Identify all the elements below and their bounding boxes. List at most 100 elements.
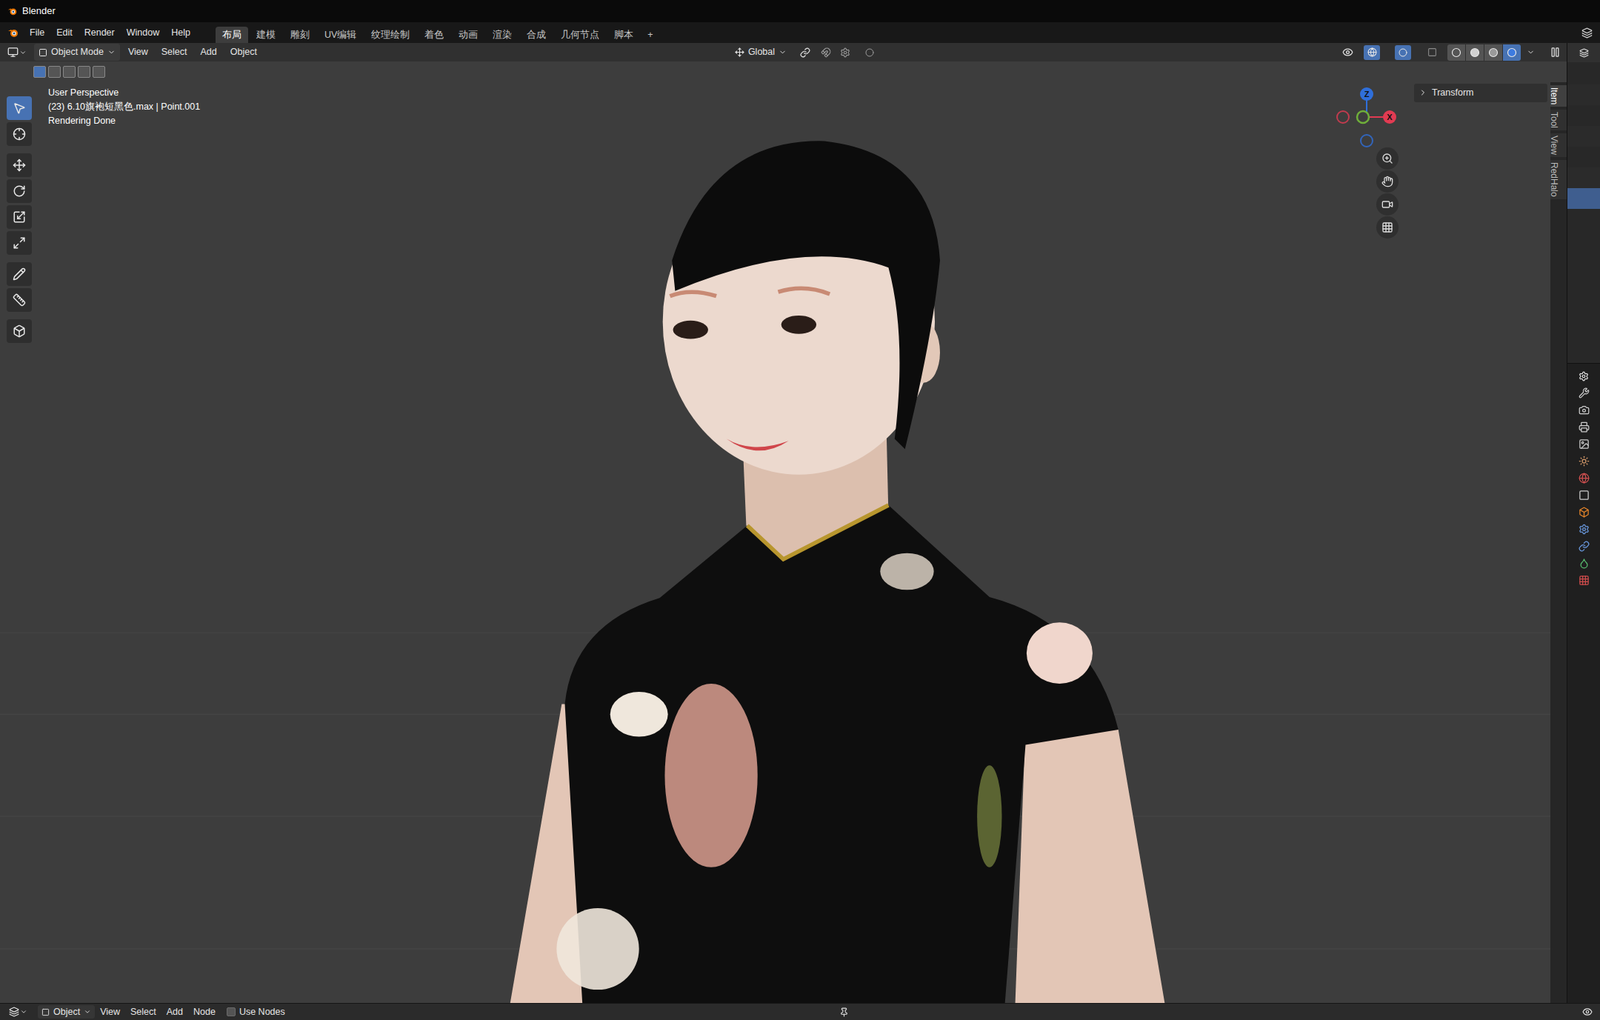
measure-tool-button[interactable] [6,288,32,312]
app-menu[interactable] [7,26,24,39]
viewport-editor: Object ModeViewSelectAddObjectGlobalItem… [0,42,1567,1003]
viewport-menu-item[interactable]: View [122,45,154,60]
move-tool-button[interactable] [6,153,32,178]
cursor-tool-button[interactable] [6,122,32,146]
properties-tab-icon[interactable] [1578,557,1590,569]
properties-tab-icon[interactable] [1578,387,1590,399]
pause-render-icon[interactable] [1549,46,1561,58]
workspace-tab[interactable]: 几何节点 [554,26,606,43]
select-mode-button[interactable] [92,65,106,78]
bottom-overlay-icon[interactable] [1582,1006,1593,1018]
select-mode-button[interactable] [48,65,61,78]
editor-type-button[interactable] [8,1006,28,1018]
workspace-tab[interactable]: UV编辑 [317,26,363,43]
node-menu-item[interactable]: Node [188,1005,221,1020]
shading-rendered-button[interactable] [1502,44,1521,61]
select-tool-button[interactable] [6,96,32,120]
properties-tab-icon[interactable] [1578,472,1590,484]
sidebar-tab[interactable]: Item [1550,85,1567,107]
node-menu-item[interactable]: Select [125,1005,162,1020]
properties-tab-icon[interactable] [1578,540,1590,552]
blender-logo-icon [7,26,20,39]
outliner-row[interactable] [1567,63,1600,85]
snap-icon[interactable] [820,47,832,58]
shading-material-button[interactable] [1484,44,1503,61]
node-menu-item[interactable]: View [94,1005,126,1020]
pin-icon[interactable] [839,1007,849,1018]
select-mode-button[interactable] [77,65,91,78]
properties-tab-icon[interactable] [1578,506,1590,518]
visibility-icon[interactable] [1342,46,1354,58]
viewport-menu-item[interactable]: Select [156,45,193,60]
snap-settings-icon[interactable] [840,47,851,58]
collapse-icon [1418,88,1428,98]
workspace-tab[interactable]: 合成 [520,26,553,43]
sidebar-tab[interactable]: View [1550,133,1567,158]
workspace-tab[interactable]: 雕刻 [283,26,317,43]
properties-tab-icon[interactable] [1578,523,1590,535]
add-workspace-button[interactable]: + [641,26,659,43]
perspective-button[interactable] [1376,216,1399,239]
properties-tab-icon[interactable] [1578,574,1590,586]
transform-panel[interactable]: Transform [1414,83,1548,103]
shading-wireframe-button[interactable] [1447,44,1466,61]
outliner-filter-icon[interactable] [1579,48,1589,58]
menu-item[interactable]: Help [165,24,197,42]
outliner-row[interactable] [1567,105,1600,126]
workspace-tab[interactable]: 布局 [215,26,249,43]
mode-dropdown[interactable]: Object Mode [34,43,120,61]
properties-type-icon[interactable] [1578,371,1589,382]
use-nodes-checkbox[interactable]: Use Nodes [226,1005,286,1020]
add-cube-tool-button[interactable] [6,319,32,343]
workspace-tab[interactable]: 渲染 [485,26,519,43]
pan-button[interactable] [1376,170,1399,193]
outliner-row[interactable] [1567,84,1600,106]
xray-icon[interactable] [1427,47,1438,58]
workspace-tab[interactable]: 着色 [417,26,451,43]
viewport-menu-item[interactable]: Object [225,45,263,60]
outliner-row[interactable] [1567,188,1600,209]
shader-type-dropdown[interactable]: Object [37,1005,95,1020]
workspace-tab[interactable]: 脚本 [607,26,640,43]
zoom-button[interactable] [1376,147,1399,170]
menu-item[interactable]: Edit [50,24,79,42]
viewport-menu-item[interactable]: Add [195,45,223,60]
select-mode-button[interactable] [33,65,46,78]
outliner-row[interactable] [1567,167,1600,189]
properties-tab-icon[interactable] [1578,404,1590,416]
viewport[interactable]: ItemToolViewRedHaloUser Perspective(23) … [0,61,1567,1003]
workspace-tab[interactable]: 建模 [249,26,283,43]
menu-item[interactable]: Window [120,24,166,42]
proportional-icon[interactable] [865,48,875,58]
menu-item[interactable]: Render [78,24,121,42]
properties-tab-icon[interactable] [1578,421,1590,433]
camera-view-icon [1381,198,1394,211]
transform-tool-button[interactable] [6,231,32,255]
blender-window: BlenderFileEditRenderWindowHelp布局建模雕刻UV编… [0,0,1600,1020]
workspace-tab[interactable]: 动画 [451,26,485,43]
gizmo-toggle[interactable] [1363,45,1380,60]
properties-tab-icon[interactable] [1578,438,1590,450]
sidebar-tab[interactable]: RedHalo [1550,160,1567,200]
editor-type-button[interactable] [7,46,32,58]
sidebar-tab[interactable]: Tool [1550,109,1567,131]
properties-tab-icon[interactable] [1578,489,1590,501]
navigation-gizmo[interactable]: ZX [1322,72,1412,162]
outliner-row[interactable] [1567,125,1600,147]
annotate-tool-button[interactable] [6,262,32,286]
pivot-icon[interactable] [800,47,811,58]
rotate-tool-button[interactable] [6,179,32,203]
properties-tab-icon[interactable] [1578,455,1590,467]
workspace-tab[interactable]: 纹理绘制 [364,26,417,43]
camera-view-button[interactable] [1376,193,1399,216]
menu-item[interactable]: File [23,24,51,42]
overlay-toggle[interactable] [1394,45,1412,60]
scene-icon[interactable] [1581,27,1593,39]
shading-solid-button[interactable] [1465,44,1484,61]
scale-tool-button[interactable] [6,205,32,229]
orientation-dropdown[interactable]: Global [730,43,792,61]
select-mode-button[interactable] [62,65,76,78]
scale-icon [12,210,26,224]
outliner-row[interactable] [1567,146,1600,168]
node-menu-item[interactable]: Add [161,1005,189,1020]
